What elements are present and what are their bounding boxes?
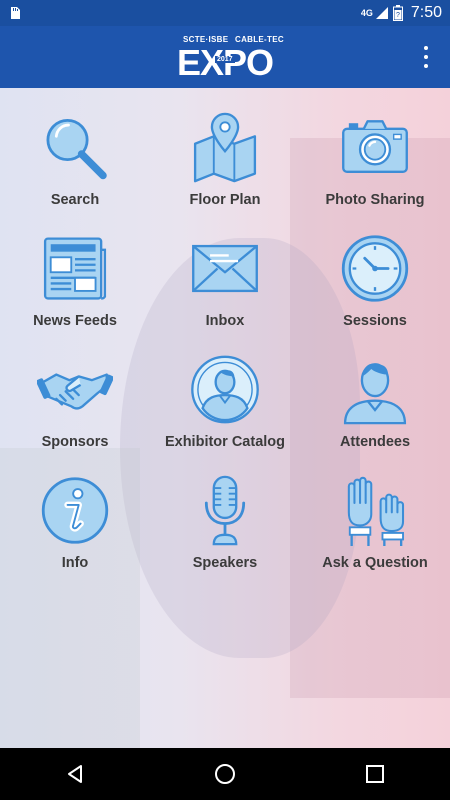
microphone-icon	[204, 475, 246, 546]
home-circle-icon	[215, 764, 235, 784]
tile-label: Inbox	[205, 313, 245, 329]
signal-icon	[375, 7, 388, 19]
tile-attendees[interactable]: Attendees	[300, 330, 450, 450]
tile-label: News Feeds	[33, 313, 117, 329]
tile-label: Info	[61, 555, 89, 571]
tile-label: Exhibitor Catalog	[164, 434, 286, 450]
tile-sessions[interactable]: Sessions	[300, 209, 450, 329]
tile-sponsors[interactable]: Sponsors	[0, 330, 150, 450]
home-button[interactable]	[195, 748, 255, 800]
recents-square-icon	[366, 765, 384, 783]
tile-label: Search	[50, 192, 100, 208]
tile-ask-a-question[interactable]: Ask a Question	[300, 451, 450, 571]
tile-photo-sharing[interactable]: Photo Sharing	[300, 88, 450, 208]
tile-news-feeds[interactable]: News Feeds	[0, 209, 150, 329]
tile-label: Speakers	[192, 555, 258, 571]
back-triangle-icon	[68, 765, 82, 783]
tile-label: Sponsors	[41, 434, 109, 450]
tile-label: Floor Plan	[189, 192, 261, 208]
tile-label: Ask a Question	[322, 555, 428, 571]
info-icon	[41, 477, 109, 544]
map-pin-icon	[193, 112, 257, 183]
newspaper-icon	[43, 237, 107, 300]
tile-label: Attendees	[339, 434, 411, 450]
main-content: Search Floor Plan Photo Sharing News Fee…	[0, 88, 450, 748]
tile-speakers[interactable]: Speakers	[150, 451, 300, 571]
tile-exhibitor-catalog[interactable]: Exhibitor Catalog	[150, 330, 300, 450]
system-nav-bar	[0, 748, 450, 800]
person-circle-icon	[191, 355, 259, 424]
app-bar: SCTE·ISBE CABLE-TEC EXPO 2017	[0, 26, 450, 88]
tile-floor-plan[interactable]: Floor Plan	[150, 88, 300, 208]
recents-button[interactable]	[345, 748, 405, 800]
back-button[interactable]	[45, 748, 105, 800]
battery-icon: ?	[392, 5, 403, 21]
expo-logo: SCTE·ISBE CABLE-TEC EXPO 2017	[177, 35, 284, 83]
camera-icon	[342, 120, 408, 173]
overflow-menu-button[interactable]	[416, 42, 436, 72]
status-bar: 4G ? 7:50	[0, 0, 450, 26]
tile-search[interactable]: Search	[0, 88, 150, 208]
person-icon	[343, 363, 407, 425]
svg-text:?: ?	[396, 12, 400, 19]
tile-label: Sessions	[343, 313, 407, 329]
tile-label: Photo Sharing	[325, 192, 425, 208]
handshake-icon	[37, 373, 113, 410]
sd-card-icon	[11, 7, 20, 19]
tile-info[interactable]: Info	[0, 451, 150, 571]
clock-icon	[341, 235, 409, 302]
raised-hands-icon	[347, 476, 405, 546]
clock-time: 7:50	[410, 4, 442, 21]
network-type: 4G	[360, 8, 373, 18]
search-icon	[46, 119, 107, 180]
tile-inbox[interactable]: Inbox	[150, 209, 300, 329]
envelope-icon	[192, 244, 258, 293]
